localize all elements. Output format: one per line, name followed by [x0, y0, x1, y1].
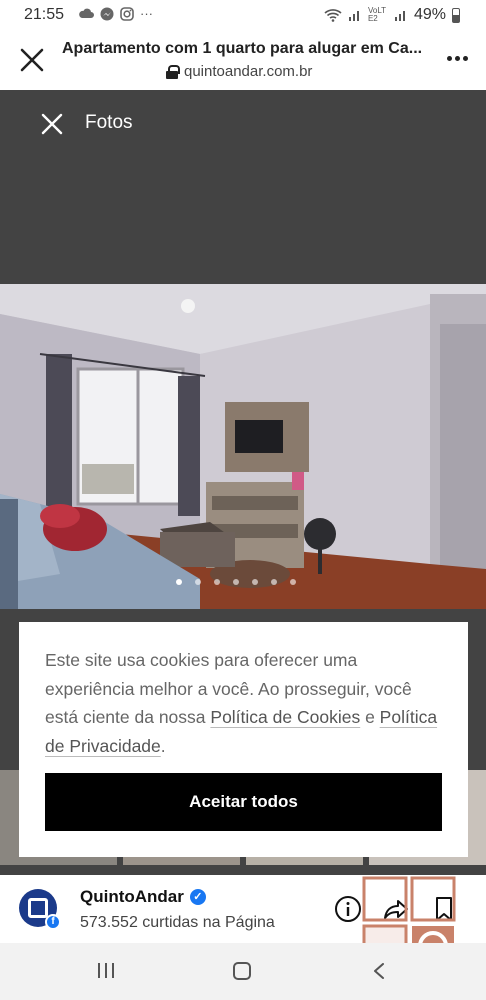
- lock-icon: [166, 64, 180, 79]
- close-photos-icon[interactable]: [40, 112, 64, 136]
- cookie-and-text: e: [360, 707, 380, 727]
- battery-percent: 49%: [413, 6, 446, 23]
- instagram-icon: [120, 6, 134, 21]
- wifi-icon: [324, 9, 342, 22]
- messenger-icon: [100, 7, 114, 20]
- home-icon[interactable]: [233, 962, 251, 980]
- page-likes: 573.552 curtidas na Página: [80, 914, 275, 931]
- screen: 21:55 ··· VoLTE2 49% Apartamento com 1 q…: [0, 0, 486, 1000]
- quintoandar-logo-icon: [28, 898, 48, 918]
- page-url: quintoandar.com.br: [166, 63, 312, 80]
- info-icon[interactable]: [334, 895, 362, 923]
- status-time: 21:55: [24, 6, 65, 23]
- apartment-photo[interactable]: [0, 284, 486, 609]
- pagination-dot[interactable]: [176, 579, 182, 585]
- photo-pagination: [176, 579, 296, 585]
- facebook-badge-icon: f: [45, 914, 61, 930]
- page-name-text: QuintoAndar: [80, 887, 184, 906]
- cookie-period: .: [160, 735, 166, 756]
- close-browser-icon[interactable]: [18, 46, 46, 74]
- cookie-policy-link[interactable]: Política de Cookies: [210, 707, 360, 727]
- back-icon[interactable]: [372, 963, 386, 979]
- pagination-dot[interactable]: [252, 579, 258, 585]
- signal-icon: [348, 11, 359, 21]
- battery-icon: [452, 7, 460, 23]
- pagination-dot[interactable]: [214, 579, 220, 585]
- notification-icons: ···: [78, 6, 153, 21]
- more-notifications-icon: ···: [140, 6, 153, 21]
- system-nav-bar: [0, 943, 486, 1000]
- pagination-dot[interactable]: [195, 579, 201, 585]
- page-name[interactable]: QuintoAndar ✓: [80, 887, 206, 907]
- status-bar: 21:55 ··· VoLTE2 49%: [0, 0, 486, 30]
- pagination-dot[interactable]: [290, 579, 296, 585]
- signal-icon-2: [394, 11, 405, 21]
- cookie-message: Este site usa cookies para oferecer uma …: [45, 646, 445, 760]
- cloud-icon: [79, 8, 94, 18]
- page-title: Apartamento com 1 quarto para alugar em …: [62, 40, 423, 57]
- browser-header: Apartamento com 1 quarto para alugar em …: [0, 30, 486, 90]
- recent-apps-icon[interactable]: [98, 963, 114, 978]
- pagination-dot[interactable]: [233, 579, 239, 585]
- system-icons: VoLTE2 49%: [324, 6, 460, 24]
- cookie-consent-dialog: Este site usa cookies para oferecer uma …: [19, 622, 468, 857]
- volte-label: VoLTE2: [367, 6, 387, 23]
- verified-icon: ✓: [189, 889, 206, 905]
- photos-title: Fotos: [85, 112, 133, 133]
- url-text: quintoandar.com.br: [184, 63, 313, 80]
- pagination-dot[interactable]: [271, 579, 277, 585]
- more-options-icon[interactable]: [447, 56, 468, 61]
- accept-all-button[interactable]: Aceitar todos: [45, 773, 442, 831]
- living-room-image: [0, 284, 486, 609]
- page-avatar[interactable]: f: [19, 889, 61, 930]
